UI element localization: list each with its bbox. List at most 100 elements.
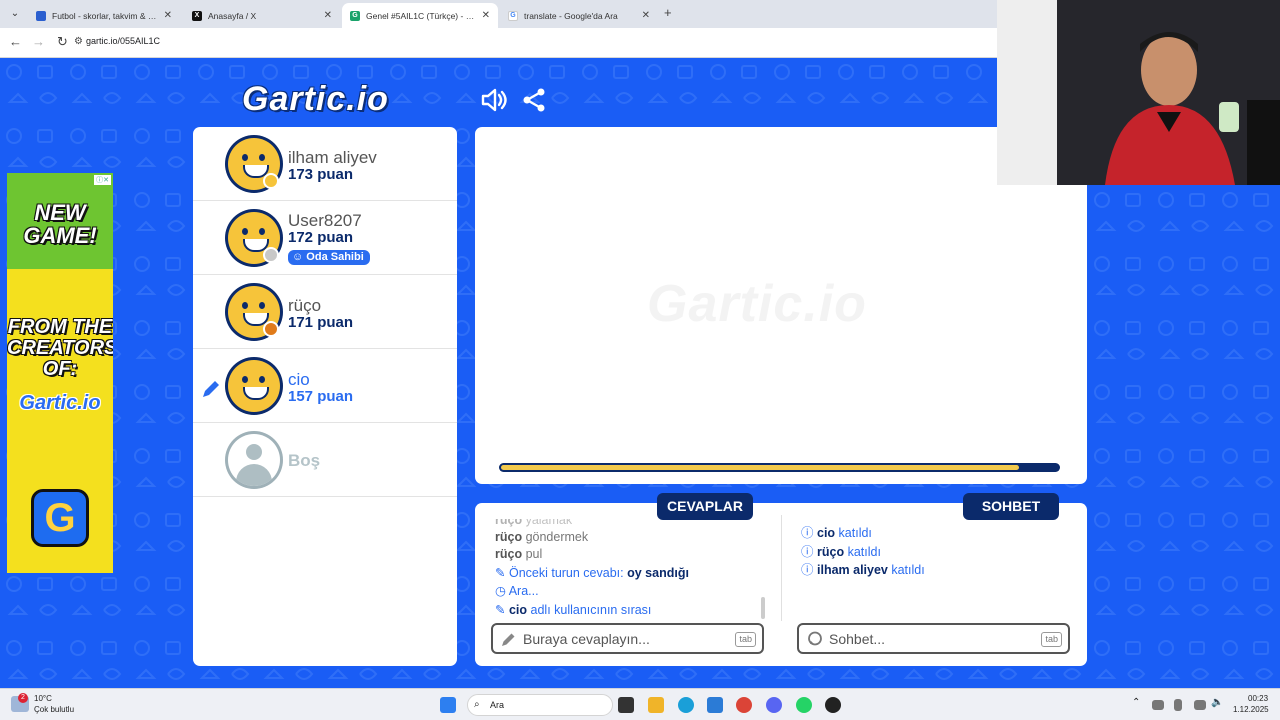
player-row[interactable]: rüço 171 puan [193, 275, 457, 349]
chat-message: ⓘ rüço katıldı [801, 545, 881, 559]
turn-message: ✎ cio adlı kullanıcının sırası [495, 603, 652, 617]
forward-arrow-icon[interactable]: → [32, 34, 45, 49]
players-panel: ilham aliyev 173 puan User8207 172 puan … [193, 127, 457, 666]
answer-message: rüço göndermek [495, 530, 589, 544]
store-icon[interactable] [707, 697, 723, 713]
player-name: cio [288, 370, 310, 389]
favicon-icon [36, 10, 46, 21]
windows-taskbar: 2 10°C Çok bulutlu ⌕ Ara ⌃ 🔈 00:23 1.12.… [0, 688, 1280, 720]
ad-subline: FROM THE CREATORS OF: [7, 316, 113, 380]
chat-message: ⓘ cio katıldı [801, 526, 872, 540]
player-points: 173 puan [288, 166, 354, 183]
player-row-drawing[interactable]: cio 157 puan [193, 349, 457, 423]
answer-input-box: tab [491, 623, 764, 654]
taskbar-search[interactable]: ⌕ Ara [467, 694, 613, 716]
windows-start-icon[interactable] [440, 697, 456, 713]
file-explorer-icon[interactable] [648, 697, 664, 713]
clock-time[interactable]: 00:23 [1248, 694, 1268, 703]
ad-info-icon[interactable]: ⓘ✕ [94, 175, 111, 185]
browser-tab-x[interactable]: X Anasayfa / X ✕ [184, 3, 340, 28]
browser-tab-gartic[interactable]: G Genel #5AIL1C (Türkçe) - Gartic ✕ [342, 3, 498, 28]
weather-temp: 10°C [34, 694, 52, 703]
answer-message: rüço yalamak [495, 513, 573, 527]
close-tab-icon[interactable]: ✕ [482, 10, 490, 21]
round-timer-fill [501, 465, 1019, 470]
player-points: 172 puan [288, 229, 354, 246]
tab-list-chevron-icon[interactable]: ⌄ [6, 5, 24, 23]
close-tab-icon[interactable]: ✕ [642, 10, 650, 21]
weather-desc: Çok bulutlu [34, 705, 75, 714]
back-arrow-icon[interactable]: ← [9, 34, 22, 49]
x-logo-icon: X [192, 10, 202, 21]
url-text[interactable]: gartic.io/055AIL1C [86, 36, 160, 46]
obs-icon[interactable] [825, 697, 841, 713]
reload-icon[interactable]: ↻ [57, 34, 68, 50]
new-tab-plus-icon[interactable]: + [664, 5, 672, 20]
room-owner-badge: ☺ Oda Sahibi [288, 250, 370, 265]
close-tab-icon[interactable]: ✕ [164, 10, 172, 21]
chrome-icon[interactable] [736, 697, 752, 713]
share-icon[interactable] [522, 88, 546, 112]
status-dot [263, 173, 279, 189]
round-timer-bar [499, 463, 1060, 472]
display-icon[interactable] [1194, 700, 1206, 710]
answer-message: rüço pul [495, 547, 543, 561]
avatar [225, 357, 283, 415]
site-info-icon[interactable]: ⚙ [74, 36, 83, 47]
chevron-up-icon[interactable]: ⌃ [1132, 697, 1140, 708]
chat-input[interactable] [829, 630, 1029, 648]
room-owner-label: Oda Sahibi [306, 251, 364, 263]
drawing-canvas[interactable]: Gartic.io [475, 127, 1087, 484]
webcam-image [997, 0, 1280, 185]
chat-header: SOHBET [963, 493, 1059, 520]
info-icon: ⓘ [801, 545, 814, 559]
chat-input-box: tab [797, 623, 1070, 654]
player-name: ilham aliyev [288, 148, 377, 167]
logo-text: Gartic.io [242, 80, 389, 118]
tab-hint: tab [735, 632, 756, 647]
clock-icon: ◷ [495, 584, 506, 598]
player-row-empty: Boş [193, 423, 457, 497]
task-view-icon[interactable] [618, 697, 634, 713]
microphone-icon[interactable] [1174, 699, 1182, 711]
previous-answer-message: ✎ Önceki turun cevabı: oy sandığı [495, 566, 689, 580]
tab-title: Futbol - skorlar, takvim & oranlar [52, 10, 158, 21]
pencil-icon: ✎ [495, 603, 506, 617]
pencil-icon [203, 381, 219, 397]
player-row[interactable]: ilham aliyev 173 puan [193, 127, 457, 201]
clock-date[interactable]: 1.12.2025 [1233, 705, 1269, 714]
tab-hint: tab [1041, 632, 1062, 647]
advertisement-banner[interactable]: ⓘ✕ NEW GAME! FROM THE CREATORS OF: Garti… [7, 173, 113, 573]
answer-input[interactable] [523, 630, 723, 648]
discord-icon[interactable] [766, 697, 782, 713]
whatsapp-icon[interactable] [796, 697, 812, 713]
player-name: User8207 [288, 211, 362, 230]
ad-headline: NEW GAME! [23, 200, 97, 249]
speaker-icon[interactable] [480, 88, 508, 112]
player-row[interactable]: User8207 172 puan ☺ Oda Sahibi [193, 201, 457, 275]
break-message: ◷ Ara... [495, 584, 539, 598]
panel-divider [781, 515, 782, 621]
speaker-icon[interactable]: 🔈 [1211, 697, 1223, 708]
pencil-icon [502, 633, 515, 646]
answers-header: CEVAPLAR [657, 493, 753, 520]
gartic-logo[interactable]: Gartic.io [242, 80, 389, 119]
answers-scrollbar[interactable] [761, 597, 765, 619]
tab-title: translate - Google'da Ara [524, 10, 618, 21]
ad-brand: Gartic.io [19, 392, 101, 414]
status-dot [263, 247, 279, 263]
search-label: Ara [490, 700, 505, 710]
player-points: 157 puan [288, 388, 354, 405]
cloud-sync-icon[interactable] [1152, 700, 1164, 710]
close-tab-icon[interactable]: ✕ [324, 10, 332, 21]
canvas-watermark: Gartic.io [647, 275, 867, 333]
player-name: rüço [288, 296, 322, 315]
google-favicon-icon: G [508, 10, 518, 21]
tab-title: Anasayfa / X [208, 10, 257, 21]
search-icon: ⌕ [474, 699, 480, 710]
pencil-icon: ✎ [495, 566, 506, 580]
chat-bubble-icon [808, 631, 822, 646]
edge-icon[interactable] [678, 697, 694, 713]
browser-tab-google[interactable]: G translate - Google'da Ara ✕ [500, 3, 658, 28]
browser-tab-futbol[interactable]: Futbol - skorlar, takvim & oranlar ✕ [28, 3, 180, 28]
